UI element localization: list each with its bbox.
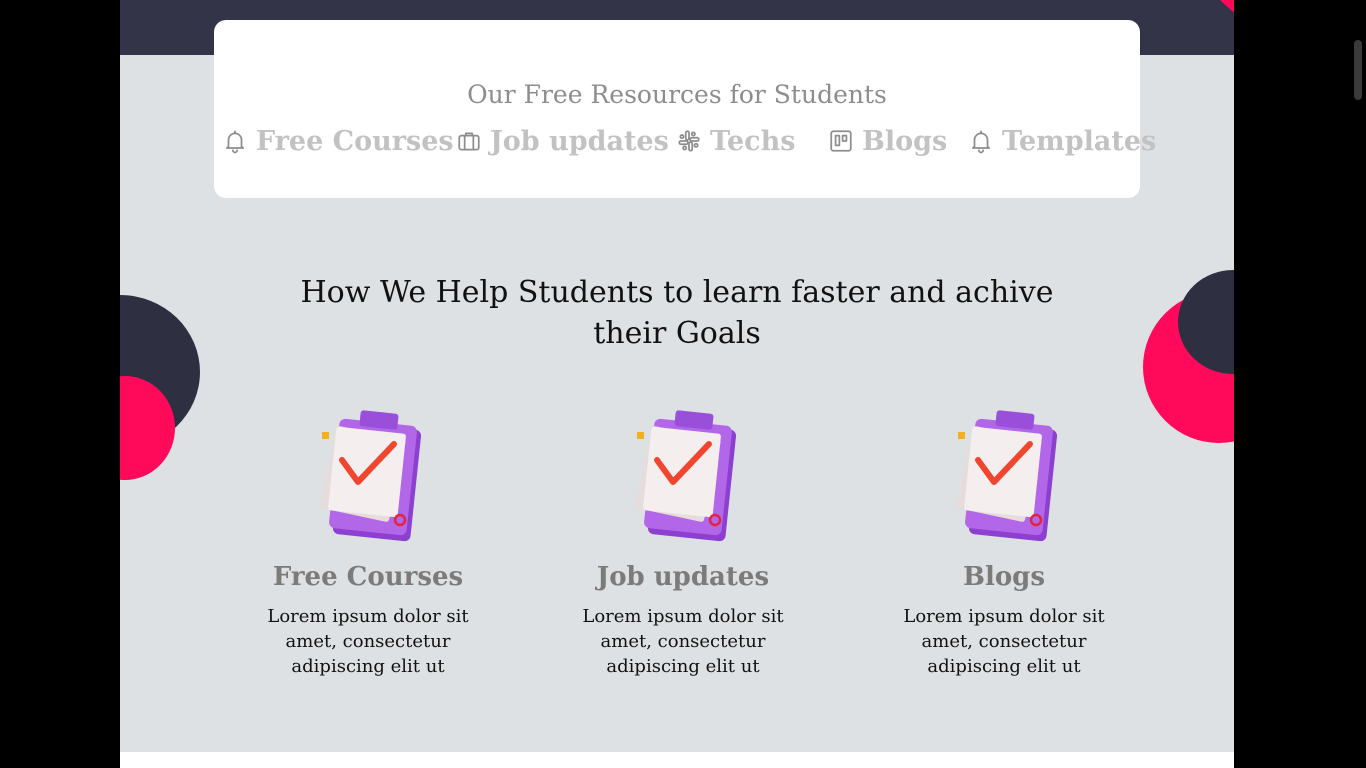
resource-label: Templates [1002,125,1157,157]
feature-blogs: Blogs Lorem ipsum dolor sit amet, consec… [874,408,1134,679]
scrollbar-thumb[interactable] [1354,40,1362,100]
resource-label: Blogs [862,125,948,157]
feature-free-courses: Free Courses Lorem ipsum dolor sit amet,… [238,408,498,679]
feature-text: Lorem ipsum dolor sit amet, consectetur … [903,606,1105,677]
resource-label: Techs [710,125,796,157]
feature-text: Lorem ipsum dolor sit amet, consectetur … [267,606,469,677]
feature-job-updates: Job updates Lorem ipsum dolor sit amet, … [553,408,813,679]
slack-icon [678,130,700,152]
feature-title: Free Courses [272,562,464,592]
clipboard-check-icon [623,408,743,548]
help-heading: How We Help Students to learn faster and… [300,275,1054,351]
resource-techs[interactable]: Techs [676,123,795,159]
clipboard-check-icon [308,408,428,548]
page: Our Free Resources for Students Free Cou… [120,0,1234,768]
bell-icon [972,130,990,154]
feature-title: Blogs [962,562,1045,592]
resource-templates[interactable]: Templates [968,123,1156,159]
feature-text: Lorem ipsum dolor sit amet, consectetur … [582,606,784,677]
resource-free-courses[interactable]: Free Courses [222,123,454,159]
resources-title: Our Free Resources for Students [467,80,887,109]
next-section-edge [120,752,1234,768]
resource-label: Job updates [490,125,669,157]
briefcase-icon [458,132,480,151]
bell-icon [226,130,244,154]
clipboard-check-icon [944,408,1064,548]
resource-job-updates[interactable]: Job updates [456,123,669,159]
feature-title: Job updates [596,562,770,592]
resource-blogs[interactable]: Blogs [828,123,947,159]
resource-label: Free Courses [256,125,454,157]
board-icon [830,130,852,152]
resources-card: Our Free Resources for Students Free Cou… [214,20,1156,198]
